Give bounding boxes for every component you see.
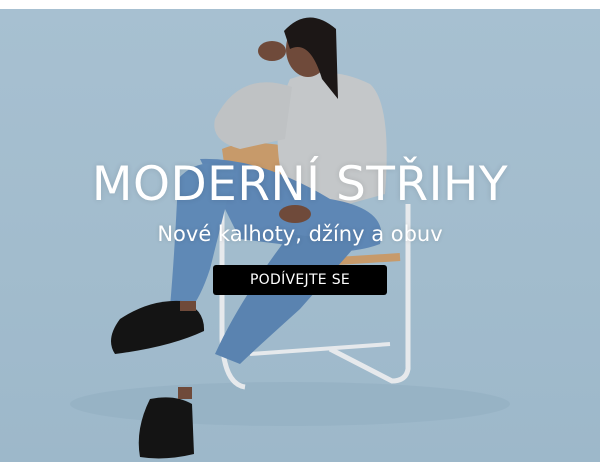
cta-button[interactable]: PODÍVEJTE SE xyxy=(213,265,387,295)
hero-text-block: MODERNÍ STŘIHY Nové kalhoty, džíny a obu… xyxy=(0,156,600,295)
page: MODERNÍ STŘIHY Nové kalhoty, džíny a obu… xyxy=(0,0,600,470)
headline: MODERNÍ STŘIHY xyxy=(91,157,509,212)
subheadline: Nové kalhoty, džíny a obuv xyxy=(157,222,443,246)
hero-banner[interactable]: MODERNÍ STŘIHY Nové kalhoty, džíny a obu… xyxy=(0,9,600,462)
